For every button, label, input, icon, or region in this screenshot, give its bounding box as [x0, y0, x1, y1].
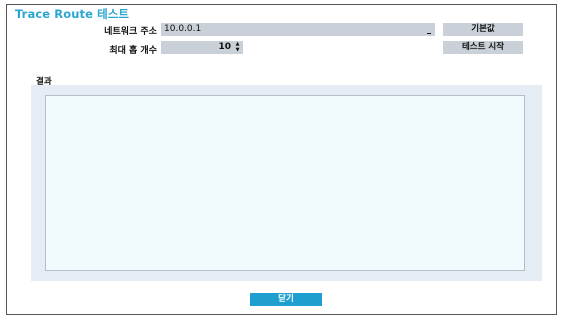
text-cursor-icon	[427, 33, 431, 34]
dialog-title: Trace Route 테스트	[15, 7, 130, 21]
network-address-label: 네트워크 주소	[104, 27, 157, 37]
default-button[interactable]: 기본값	[443, 23, 523, 36]
result-panel	[31, 85, 542, 281]
close-button[interactable]: 닫기	[250, 293, 322, 306]
start-test-button[interactable]: 테스트 시작	[443, 41, 523, 54]
spinner-arrows[interactable]: ▲ ▼	[233, 41, 242, 54]
trace-route-dialog: Trace Route 테스트 네트워크 주소 10.0.0.1 기본값 최대 …	[6, 4, 557, 315]
max-hops-value: 10	[218, 42, 231, 52]
network-address-value: 10.0.0.1	[164, 24, 202, 34]
max-hops-spinner[interactable]: 10 ▲ ▼	[161, 41, 243, 54]
network-address-input[interactable]: 10.0.0.1	[161, 23, 435, 36]
spinner-down-icon[interactable]: ▼	[233, 47, 242, 53]
result-textarea[interactable]	[45, 95, 525, 271]
max-hops-label: 최대 홉 개수	[109, 46, 157, 56]
